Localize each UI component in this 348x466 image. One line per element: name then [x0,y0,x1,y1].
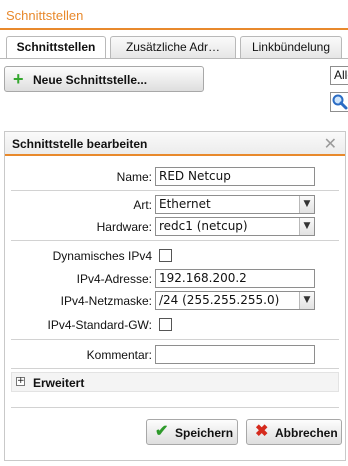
type-select-value: Ethernet [159,197,211,211]
ipv4-default-gw-checkbox[interactable] [159,318,172,331]
tab-zusaetzliche-adressen[interactable]: Zusätzliche Adr… [110,36,236,58]
ipv4-netmask-select-value: /24 (255.255.255.0) [159,293,280,307]
save-button[interactable]: ✔ Speichern [146,419,238,445]
separator [11,407,339,408]
cancel-button-label: Abbrechen [275,426,338,440]
tab-linkbuendelung[interactable]: Linkbündelung [240,36,342,58]
add-icon: + [13,69,24,89]
search-icon[interactable] [330,92,348,112]
cancel-button[interactable]: ✖ Abbrechen [246,419,342,445]
app-title-bar: Schnittstellen [0,0,348,30]
separator [11,368,339,369]
tab-schnittstellen[interactable]: Schnittstellen [6,36,106,59]
chevron-down-icon: ▼ [299,218,314,235]
comment-label: Kommentar: [86,348,152,362]
name-field[interactable]: RED Netcup [155,167,315,186]
dynamic-ipv4-label: Dynamisches IPv4 [52,249,152,263]
ipv4-netmask-label: IPv4-Netzmaske: [60,294,152,308]
ipv4-netmask-select[interactable]: /24 (255.255.255.0) ▼ [155,291,315,310]
chevron-down-icon: ▼ [299,292,314,309]
hardware-select-value: redc1 (netcup) [159,219,248,233]
ipv4-address-label: IPv4-Adresse: [76,272,152,286]
advanced-section-label: Erweitert [33,376,85,390]
separator [11,339,339,340]
checkmark-icon: ✔ [155,423,169,440]
expand-plus-icon: + [16,376,25,386]
hardware-label: Hardware: [96,220,152,234]
filter-select[interactable]: Alle [330,66,348,85]
type-select[interactable]: Ethernet ▼ [155,195,315,214]
comment-field[interactable] [155,345,315,364]
chevron-down-icon: ▼ [299,196,314,213]
app-title: Schnittstellen [6,8,84,23]
tab-divider [0,58,348,59]
panel-header: Schnittstelle bearbeiten ✕ [5,132,345,156]
type-label: Art: [133,198,152,212]
separator [11,240,339,241]
ipv4-default-gw-label: IPv4-Standard-GW: [47,318,152,332]
separator [11,190,339,191]
name-label: Name: [116,170,152,184]
edit-interface-panel: Schnittstelle bearbeiten ✕ Name: RED Net… [4,131,346,461]
panel-title: Schnittstelle bearbeiten [12,137,148,151]
new-interface-button[interactable]: + Neue Schnittstelle... [4,66,204,92]
new-interface-button-label: Neue Schnittstelle... [33,73,148,87]
hardware-select[interactable]: redc1 (netcup) ▼ [155,217,315,236]
advanced-section-toggle[interactable]: + Erweitert [11,372,339,392]
ipv4-address-field[interactable]: 192.168.200.2 [155,269,315,288]
save-button-label: Speichern [175,426,234,440]
close-icon[interactable]: ✕ [324,134,337,154]
dynamic-ipv4-checkbox[interactable] [159,249,172,262]
cross-icon: ✖ [255,423,269,440]
